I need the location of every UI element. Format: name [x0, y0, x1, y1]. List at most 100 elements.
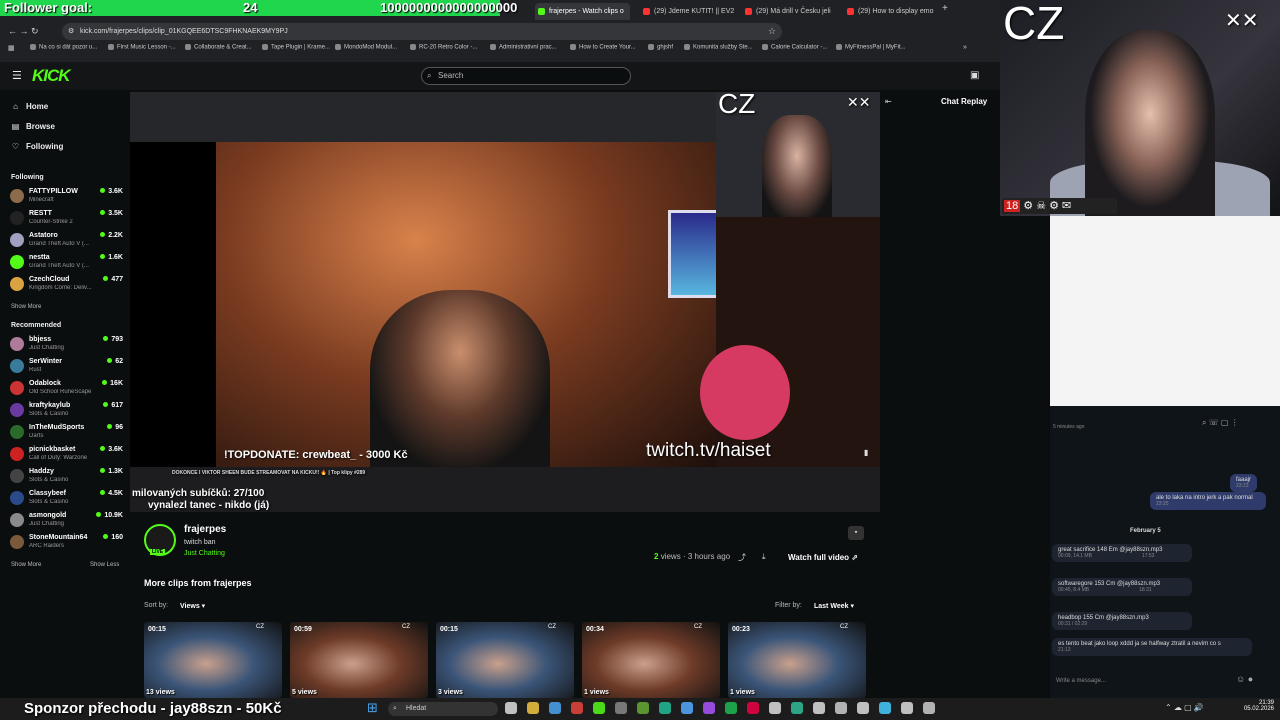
viewer-count-text: 3.6K [108, 446, 123, 453]
tab-youtube-3[interactable]: (29) How to display emo [844, 3, 939, 20]
bookmark-item[interactable]: Administrativní prac... [490, 44, 557, 51]
chevron-down-icon: ▾ [850, 603, 854, 610]
download-icon[interactable]: ⤓ [762, 552, 766, 562]
taskbar-app-icon[interactable] [857, 702, 869, 714]
sort-dropdown[interactable]: Views ▾ [180, 602, 205, 610]
message-out-2: ale to laka na intro jerk a pak normal 23… [1150, 492, 1266, 510]
show-more-following[interactable]: Show More [11, 304, 41, 310]
channel-item[interactable]: nestta Grand Theft Auto V (... 1.6K [10, 252, 123, 274]
sidebar-item-home[interactable]: ⌂ Home [11, 102, 48, 111]
channel-item[interactable]: RESTT Counter-Strike 2 3.5K [10, 208, 123, 230]
taskbar-app-icon[interactable] [615, 702, 627, 714]
bookmark-item[interactable]: RC-20 Retro Color -... [410, 44, 477, 51]
taskbar-app-icon[interactable] [769, 702, 781, 714]
share-icon[interactable]: ⤴ [738, 552, 746, 563]
bookmark-item[interactable]: How to Create Your... [570, 44, 636, 51]
sidebar-item-browse[interactable]: ▤ Browse [11, 122, 55, 131]
channel-item[interactable]: asmongold Just Chatting 10.9K [10, 510, 123, 532]
message-input[interactable]: Write a message... [1056, 678, 1106, 684]
emoji-mic-icons[interactable]: ☺ ● [1236, 674, 1253, 684]
channel-avatar [10, 211, 24, 225]
windows-start-icon[interactable]: ⊞ [367, 700, 378, 716]
bookmark-star-icon[interactable]: ☆ [768, 26, 776, 37]
apps-icon[interactable]: ▦ [8, 44, 15, 52]
channel-item[interactable]: InTheMudSports Darts 96 [10, 422, 123, 444]
kick-logo[interactable]: KICK [32, 66, 71, 86]
channel-item[interactable]: Odablock Old School RuneScape 16K [10, 378, 123, 400]
show-more-recommended[interactable]: Show More [11, 562, 41, 568]
new-tab-icon[interactable]: + [942, 3, 948, 14]
bookmark-item[interactable]: Komunita služby Ste... [684, 44, 753, 51]
watch-full-video-button[interactable]: Watch full video ⇗ [780, 550, 866, 566]
bookmark-item[interactable]: Calorie Calculator -... [762, 44, 827, 51]
tab-youtube-1[interactable]: (29) Jdeme KUTIT! || EV2 [640, 3, 735, 20]
bookmark-item[interactable]: ghjshf [648, 44, 673, 51]
channel-item[interactable]: Astatoro Grand Theft Auto V (... 2.2K [10, 230, 123, 252]
messenger-toolbar-icons[interactable]: ⌕ ☏ ▢ ⋮ [1202, 418, 1239, 428]
clip-thumbnail[interactable]: 00:34 1 views CZ [582, 622, 720, 698]
taskbar-app-icon[interactable] [505, 702, 517, 714]
filter-dropdown[interactable]: Last Week ▾ [814, 602, 854, 610]
channel-item[interactable]: CzechCloud Kingdom Come: Deliv... 477 [10, 274, 123, 296]
taskbar-app-icon[interactable] [593, 702, 605, 714]
taskbar-app-icon[interactable] [659, 702, 671, 714]
system-tray-icons[interactable]: ⌃ ☁ ▢ 🔊 [1165, 703, 1204, 712]
clock[interactable]: 21:39 05.02.2026 [1238, 700, 1274, 712]
tab-youtube-2[interactable]: (29) Má drill v Česku jeli [742, 3, 837, 20]
audio-file-message[interactable]: softwaregore 153 Cm @jay88szn.mp3 00:45, … [1052, 578, 1192, 596]
taskbar-app-icon[interactable] [571, 702, 583, 714]
taskbar-app-icon[interactable] [901, 702, 913, 714]
taskbar-search-input[interactable]: ⌕ Hledat [388, 702, 498, 716]
taskbar-app-icon[interactable] [681, 702, 693, 714]
taskbar-app-icon[interactable] [923, 702, 935, 714]
audio-file-message[interactable]: great sacrifice 148 Em @jay88szn.mp3 00:0… [1052, 544, 1192, 562]
taskbar-app-icon[interactable] [813, 702, 825, 714]
bookmark-item[interactable]: MondoMod Modul... [335, 44, 397, 51]
channel-item[interactable]: picnickbasket Call of Duty: Warzone 3.6K [10, 444, 123, 466]
channel-item[interactable]: kraftykaylub Slots & Casino 617 [10, 400, 123, 422]
channel-item[interactable]: SerWinter Rust 62 [10, 356, 123, 378]
viewer-count: 3.5K [100, 210, 123, 217]
taskbar-app-icon[interactable] [725, 702, 737, 714]
clip-thumbnail[interactable]: 00:23 1 views CZ [728, 622, 866, 698]
clip-thumbnail[interactable]: 00:15 13 views CZ [144, 622, 282, 698]
sidebar-item-following[interactable]: ♡ Following [11, 142, 63, 151]
channel-item[interactable]: Haddzy Slots & Casino 1.3K [10, 466, 123, 488]
bookmarks-overflow-icon[interactable]: » [963, 44, 967, 51]
video-browser-capture [130, 92, 720, 142]
menu-icon[interactable]: ☰ [12, 69, 22, 82]
bookmark-item[interactable]: Collaborate & Creat... [185, 44, 252, 51]
search-input[interactable]: ⌕ Search [421, 67, 631, 85]
address-bar[interactable]: ⚙ kick.com/frajerpes/clips/clip_01KGQEE6… [62, 23, 782, 40]
bookmark-item[interactable]: MyFitnessPal | MyFit... [836, 44, 906, 51]
theater-mode-icon[interactable]: ▪ [848, 526, 864, 540]
channel-item[interactable]: StoneMountain64 ARC Raiders 160 [10, 532, 123, 554]
kick-menu-grid-icon[interactable]: ▣ [970, 70, 979, 81]
tab-kick[interactable]: frajerpes - Watch clips o [535, 3, 630, 20]
taskbar-app-icon[interactable] [879, 702, 891, 714]
collapse-chat-icon[interactable]: ⇤ [885, 97, 892, 106]
channel-item[interactable]: bbjess Just Chatting 793 [10, 334, 123, 356]
taskbar-app-icon[interactable] [549, 702, 561, 714]
bookmark-item[interactable]: Na co si dát pozor u... [30, 44, 97, 51]
clip-thumbnail[interactable]: 00:59 5 views CZ [290, 622, 428, 698]
bookmark-item[interactable]: First Music Lesson -... [108, 44, 176, 51]
url-text: kick.com/frajerpes/clips/clip_01KGQEE6DT… [80, 28, 288, 35]
bookmark-favicon-icon [335, 44, 341, 50]
taskbar-app-icon[interactable] [527, 702, 539, 714]
audio-file-message[interactable]: headbop 155 Cm @jay88szn.mp3 00:31 / 02:2… [1052, 612, 1192, 630]
clip-category[interactable]: Just Chatting [184, 550, 225, 557]
taskbar-app-icon[interactable] [791, 702, 803, 714]
taskbar-app-icon[interactable] [747, 702, 759, 714]
streamer-name[interactable]: frajerpes [184, 524, 226, 535]
back-icon[interactable]: ← → ↻ [8, 26, 39, 37]
channel-item[interactable]: FATTYPILLOW Minecraft 3.6K [10, 186, 123, 208]
video-settings-icon[interactable]: ▮ [864, 448, 868, 457]
channel-item[interactable]: Classybeef Slots & Casino 4.5K [10, 488, 123, 510]
bookmark-item[interactable]: Tape Plugin | Krame... [262, 44, 330, 51]
taskbar-app-icon[interactable] [703, 702, 715, 714]
taskbar-app-icon[interactable] [637, 702, 649, 714]
clip-thumbnail[interactable]: 00:15 3 views CZ [436, 622, 574, 698]
taskbar-app-icon[interactable] [835, 702, 847, 714]
show-less-recommended[interactable]: Show Less [90, 562, 119, 568]
